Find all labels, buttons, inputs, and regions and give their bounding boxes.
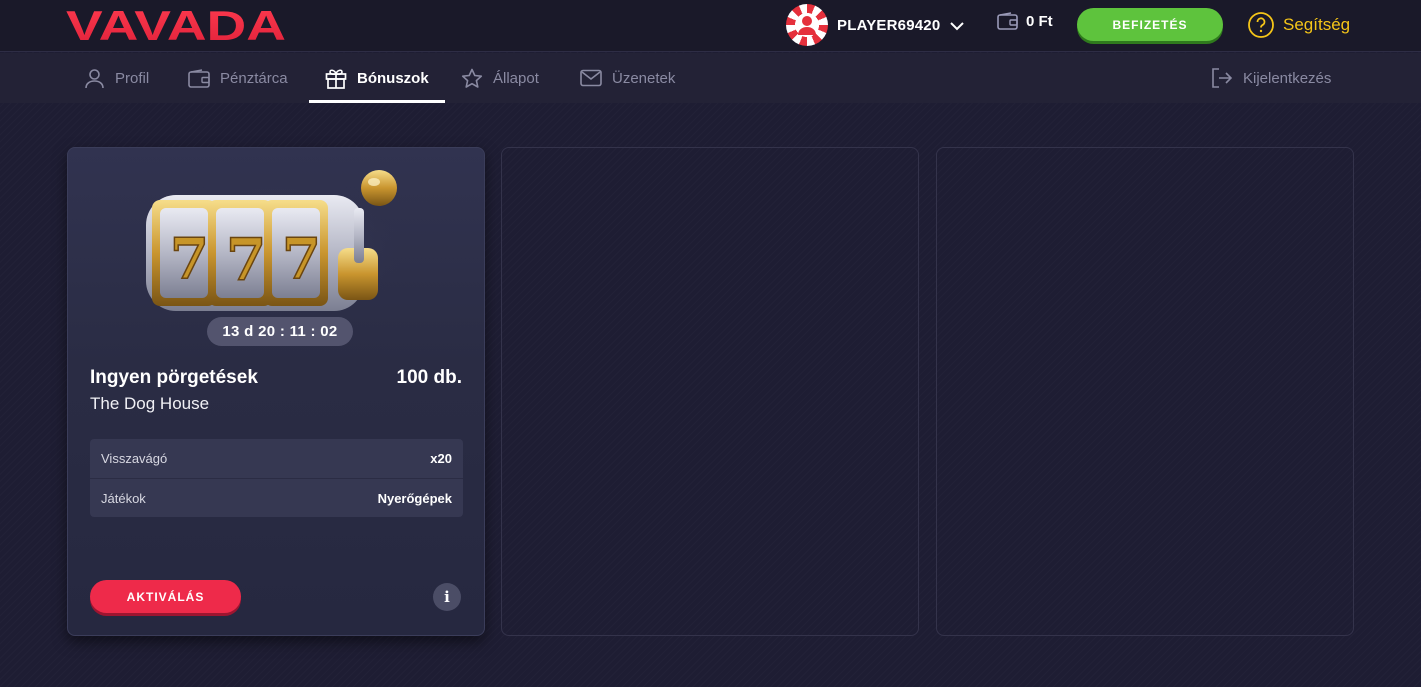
tab-label: Pénztárca bbox=[220, 69, 288, 87]
help-link[interactable]: Segítség bbox=[1247, 11, 1350, 39]
slot-machine-image: 7 7 7 bbox=[140, 170, 410, 326]
tab-label: Bónuszok bbox=[357, 69, 429, 87]
tab-status[interactable]: Állapot bbox=[461, 53, 539, 103]
svg-text:7: 7 bbox=[282, 226, 321, 292]
chevron-down-icon[interactable] bbox=[950, 22, 965, 31]
bonus-timer: 13 d 20 : 11 : 02 bbox=[207, 317, 353, 346]
tab-bonuses[interactable]: Bónuszok bbox=[309, 53, 445, 103]
detail-key: Visszavágó bbox=[101, 451, 168, 466]
activate-button[interactable]: AKTIVÁLÁS bbox=[90, 580, 241, 613]
bonus-amount: 100 db. bbox=[396, 367, 462, 388]
star-icon bbox=[461, 68, 483, 88]
svg-text:7: 7 bbox=[170, 226, 209, 292]
logout-label: Kijelentkezés bbox=[1243, 69, 1332, 87]
avatar bbox=[786, 4, 828, 46]
wallet-icon bbox=[997, 12, 1018, 30]
tab-label: Állapot bbox=[493, 69, 539, 87]
bonus-details-table: Visszavágó x20 Játékok Nyerőgépek bbox=[90, 439, 463, 517]
user-icon bbox=[85, 68, 104, 88]
gift-icon bbox=[325, 68, 347, 89]
logout-link[interactable]: Kijelentkezés bbox=[1211, 53, 1331, 103]
wallet-icon bbox=[188, 68, 210, 88]
bonus-title: Ingyen pörgetések bbox=[90, 367, 258, 388]
tab-label: Profil bbox=[115, 69, 150, 87]
vavada-logo[interactable]: VAVADA bbox=[66, 6, 288, 44]
bonus-card: 7 7 7 13 d 20 : 11 : 02 Ingyen pörgetése… bbox=[67, 147, 485, 636]
logo-text: VAVADA bbox=[66, 6, 286, 44]
help-icon bbox=[1248, 12, 1274, 38]
bonus-game-name: The Dog House bbox=[90, 394, 210, 413]
detail-value: x20 bbox=[430, 451, 452, 466]
tab-wallet[interactable]: Pénztárca bbox=[188, 53, 288, 103]
help-label: Segítség bbox=[1283, 15, 1351, 34]
svg-text:7: 7 bbox=[226, 226, 266, 294]
detail-key: Játékok bbox=[101, 490, 146, 506]
balance[interactable]: 0 Ft bbox=[997, 12, 1053, 30]
top-header: VAVADA PLAYER69420 0 Ft BEFIZETÉS Segíts… bbox=[0, 0, 1421, 52]
balance-amount: 0 Ft bbox=[1026, 12, 1053, 30]
detail-value: Nyerőgépek bbox=[377, 490, 452, 506]
deposit-button[interactable]: BEFIZETÉS bbox=[1077, 8, 1223, 41]
detail-row-games: Játékok Nyerőgépek bbox=[90, 478, 463, 517]
empty-bonus-slot bbox=[501, 147, 919, 636]
tab-messages[interactable]: Üzenetek bbox=[580, 53, 675, 103]
tab-label: Üzenetek bbox=[612, 69, 676, 87]
mail-icon bbox=[580, 69, 602, 87]
tab-profile[interactable]: Profil bbox=[84, 53, 149, 103]
empty-bonus-slot bbox=[936, 147, 1354, 636]
detail-row-wagering: Visszavágó x20 bbox=[90, 439, 463, 478]
account-nav: Profil Pénztárca Bónuszok Állapot Üzenet… bbox=[0, 53, 1421, 103]
logout-icon bbox=[1212, 68, 1233, 88]
player-menu[interactable]: PLAYER69420 bbox=[786, 3, 965, 47]
user-silhouette-icon bbox=[798, 16, 816, 35]
player-name: PLAYER69420 bbox=[837, 16, 941, 34]
info-button[interactable]: i bbox=[433, 583, 461, 611]
